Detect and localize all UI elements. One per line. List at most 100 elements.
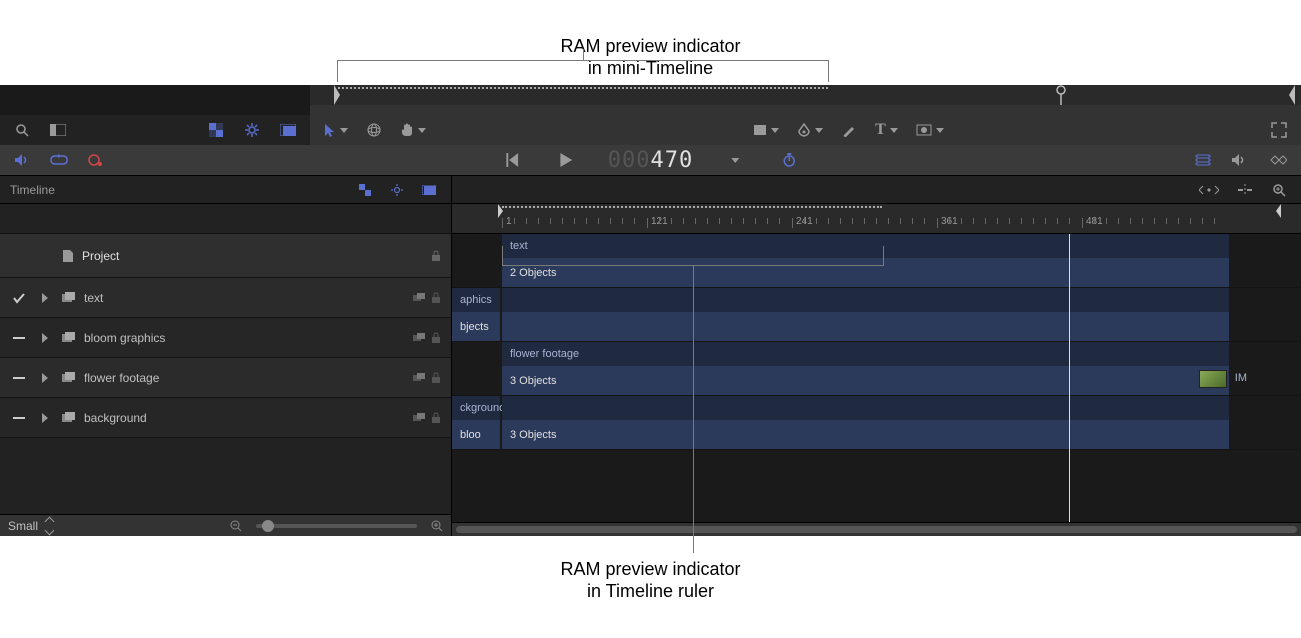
clip-subtitle: bjects [452,312,500,341]
disclosure-triangle[interactable] [36,413,54,423]
layer-row[interactable]: text [0,278,451,318]
clip-title [502,396,1229,420]
upper-toolbar-right: T [310,115,1301,145]
clip-fragment[interactable]: ckgroundbloo [452,396,500,449]
layer-row[interactable]: bloom graphics [0,318,451,358]
timecode-menu-icon[interactable] [723,148,747,172]
layer-row[interactable]: background [0,398,451,438]
disclosure-triangle[interactable] [36,373,54,383]
clip-title: flower footage [502,342,1229,366]
mini-timeline-track[interactable] [310,85,1301,115]
clip[interactable]: flower footage3 ObjectsIM [502,342,1229,395]
group-icon [62,372,76,384]
tracks-area[interactable]: text2 Objectsaphicsbjectsflower footage3… [452,234,1301,522]
transform-3d-tool[interactable] [362,118,386,142]
checker-icon[interactable] [204,118,228,142]
ruler-tick-label: 1 [506,216,512,227]
rect-tool[interactable] [749,118,783,142]
row-size-stepper[interactable] [46,518,53,534]
isolate-icon[interactable] [413,412,425,424]
mask-tool[interactable] [912,118,948,142]
lock-icon[interactable] [431,372,441,384]
play-button[interactable] [554,148,578,172]
mini-out-marker[interactable] [1285,85,1295,105]
upper-toolbar-left [0,115,310,145]
timeline-header: Timeline [0,175,1301,203]
text-tool[interactable]: T [871,118,902,142]
audio-icon[interactable] [10,148,34,172]
timeline-panels-icon[interactable] [417,178,441,202]
lock-icon[interactable] [431,250,441,262]
isolate-icon[interactable] [413,292,425,304]
clip-fragment[interactable]: aphicsbjects [452,288,500,341]
gear-icon[interactable] [240,118,264,142]
lock-icon[interactable] [431,412,441,424]
audio-mute-icon[interactable] [1227,148,1251,172]
zoom-in-icon[interactable] [431,520,443,532]
layers-zoom-slider[interactable] [256,524,417,528]
hand-tool[interactable] [396,118,430,142]
keyframe-nav-icon[interactable] [1195,178,1223,202]
tracks-scrollbar-thumb[interactable] [456,526,1297,533]
annotation-bottom: RAM preview indicator in Timeline ruler [0,536,1301,631]
lock-icon[interactable] [431,332,441,344]
clip-title [502,288,1229,312]
snap-icon[interactable] [1233,178,1257,202]
keyframes-icon[interactable] [1263,148,1291,172]
visibility-toggle[interactable] [10,289,28,307]
brush-tool[interactable] [837,118,861,142]
timeline-checker-icon[interactable] [353,178,377,202]
layers-empty-header [0,204,451,234]
media-pane-icon[interactable] [46,118,70,142]
clip[interactable] [502,288,1229,341]
timecode-display[interactable]: 000470 [608,148,694,173]
clip-thumb-label: IM [1235,372,1247,384]
clip-subtitle: bloo [452,420,500,449]
ram-preview-indicator-mini [338,87,828,90]
layer-name: bloom graphics [84,331,405,345]
isolate-icon[interactable] [413,332,425,344]
go-to-start-button[interactable] [500,148,524,172]
clip-thumbnail [1199,370,1227,388]
panels-icon[interactable] [276,118,300,142]
disclosure-triangle[interactable] [36,333,54,343]
project-row[interactable]: Project [0,234,451,278]
clip[interactable]: 3 Objects [502,396,1229,449]
mini-timeline-left-spacer [0,85,310,115]
stopwatch-icon[interactable] [777,148,801,172]
tracks-horizontal-scrollbar[interactable] [452,522,1301,536]
visibility-toggle[interactable] [10,369,28,387]
disclosure-triangle[interactable] [36,293,54,303]
clip-subtitle: 3 Objects [502,420,1229,449]
zoom-out-icon[interactable] [230,520,242,532]
group-icon [62,412,76,424]
group-icon [62,332,76,344]
lock-icon[interactable] [431,292,441,304]
film-icon[interactable] [1191,148,1215,172]
upper-toolbar: T [0,115,1301,145]
timeline-ruler[interactable]: 1121241361481 [452,204,1301,234]
ram-preview-indicator-ruler [502,206,882,208]
expand-icon[interactable] [1267,118,1291,142]
annotation-top: RAM preview indicator in mini-Timeline [0,0,1301,85]
arrow-tool[interactable] [320,118,352,142]
timeline-label: Timeline [0,183,353,197]
mini-in-marker[interactable] [334,85,344,105]
playhead[interactable] [1069,234,1070,522]
timeline-gear-icon[interactable] [385,178,409,202]
clip-subtitle: 3 Objects [502,366,1229,395]
visibility-toggle[interactable] [10,329,28,347]
layer-name: flower footage [84,371,405,385]
pen-tool[interactable] [793,118,827,142]
search-icon[interactable] [10,118,34,142]
record-icon[interactable] [84,148,108,172]
layer-row[interactable]: flower footage [0,358,451,398]
mini-marker-pin[interactable] [1056,85,1066,105]
zoom-fit-icon[interactable] [1267,178,1291,202]
loop-icon[interactable] [46,148,72,172]
clip-subtitle [502,312,1229,341]
zoom-slider-thumb[interactable] [262,520,274,532]
isolate-icon[interactable] [413,372,425,384]
clip-title: aphics [452,288,500,312]
visibility-toggle[interactable] [10,409,28,427]
